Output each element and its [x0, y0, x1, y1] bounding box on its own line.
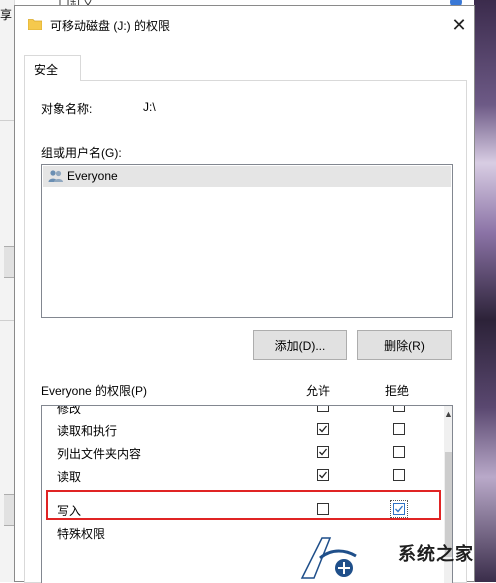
- check-icon: [395, 505, 404, 513]
- watermark-text: 系统之家: [398, 544, 474, 564]
- permission-name: 读取: [57, 470, 82, 484]
- tab-security-label: 安全: [34, 63, 59, 77]
- remove-button[interactable]: 删除(R): [357, 330, 452, 360]
- check-icon: [319, 425, 328, 433]
- object-name-value: J:\: [143, 100, 156, 114]
- watermark-logo-icon: [300, 537, 357, 579]
- permissions-dialog: 可移动磁盘 (J:) 的权限 ✕ 安全 对象名称: J:\ 组或用户名(G): …: [14, 5, 475, 583]
- dialog-title: 可移动磁盘 (J:) 的权限: [50, 19, 170, 33]
- dialog-titlebar[interactable]: 可移动磁盘 (J:) 的权限 ✕: [15, 6, 474, 42]
- allow-checkbox[interactable]: [317, 503, 329, 515]
- watermark: 系统之家: [300, 528, 496, 582]
- deny-column-header: 拒绝: [385, 384, 410, 398]
- check-icon: [319, 448, 328, 456]
- check-icon: [319, 471, 328, 479]
- deny-checkbox[interactable]: [393, 406, 405, 412]
- permission-row-write: 写入: [42, 499, 437, 521]
- permission-name: 读取和执行: [57, 424, 118, 438]
- permission-row-list-folder: 列出文件夹内容: [42, 442, 437, 464]
- add-button[interactable]: 添加(D)...: [253, 330, 347, 360]
- background-window-edge: 享: [0, 0, 15, 582]
- background-divider: [0, 120, 14, 121]
- desktop-wallpaper: [474, 0, 496, 582]
- scroll-up-arrow-icon[interactable]: ▲: [444, 409, 452, 419]
- deny-checkbox[interactable]: [393, 469, 405, 481]
- group-list-label: 组或用户名(G):: [41, 146, 122, 160]
- group-name: Everyone: [67, 169, 118, 183]
- allow-checkbox[interactable]: [317, 446, 329, 458]
- close-button[interactable]: ✕: [446, 12, 472, 38]
- permission-name: 写入: [57, 504, 82, 518]
- permissions-label: Everyone 的权限(P): [41, 384, 148, 398]
- group-user-list[interactable]: Everyone: [41, 164, 453, 318]
- list-item[interactable]: Everyone: [43, 166, 451, 187]
- allow-checkbox[interactable]: [317, 423, 329, 435]
- permission-name: 特殊权限: [57, 527, 106, 541]
- allow-checkbox[interactable]: [317, 469, 329, 481]
- permission-row-read: 读取: [42, 465, 437, 487]
- permission-row-read-execute: 读取和执行: [42, 419, 437, 441]
- object-name-label: 对象名称:: [41, 102, 93, 116]
- background-divider: [0, 320, 14, 321]
- folder-icon: [28, 19, 42, 30]
- deny-checkbox[interactable]: [393, 423, 405, 435]
- permission-name: 修改: [57, 405, 82, 416]
- close-icon: ✕: [451, 14, 467, 35]
- allow-column-header: 允许: [306, 384, 331, 398]
- deny-checkbox[interactable]: [390, 500, 408, 518]
- background-edge-text: 享: [0, 8, 13, 22]
- deny-checkbox[interactable]: [393, 446, 405, 458]
- tab-security[interactable]: 安全: [24, 55, 81, 81]
- permission-row-modify: 修改: [42, 405, 437, 419]
- users-icon: [48, 170, 63, 182]
- allow-checkbox[interactable]: [317, 406, 329, 412]
- permission-name: 列出文件夹内容: [57, 447, 142, 461]
